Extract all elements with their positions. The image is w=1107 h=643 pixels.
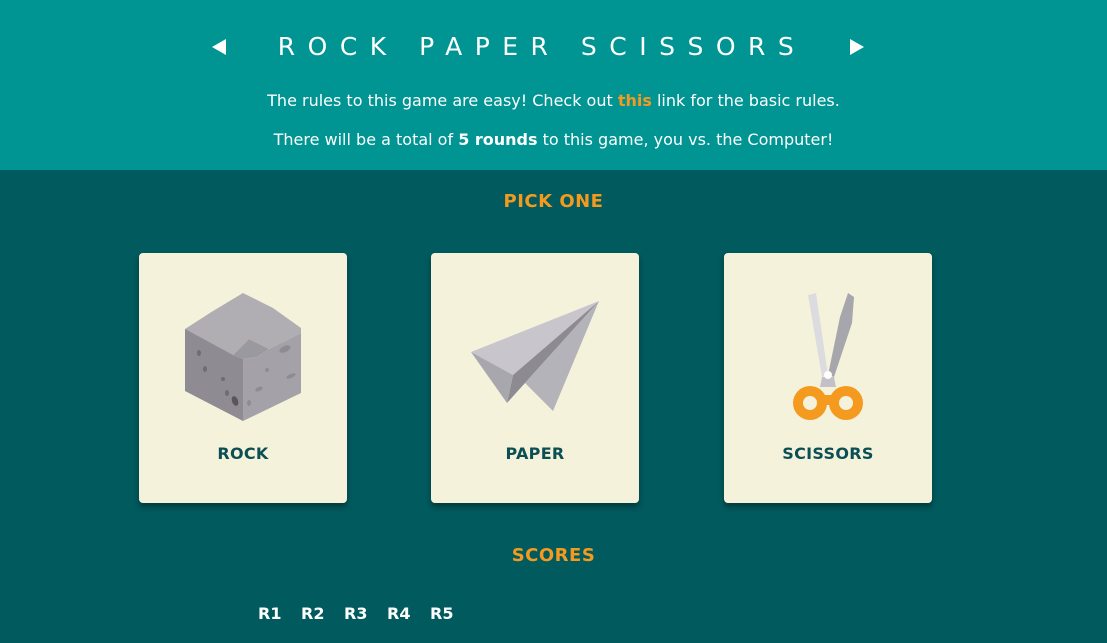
round-label-3: R3 bbox=[344, 604, 368, 623]
rounds-text-before: There will be a total of bbox=[273, 130, 459, 149]
rounds-count: 5 rounds bbox=[458, 130, 538, 149]
round-label-5: R5 bbox=[430, 604, 454, 623]
paper-plane-icon bbox=[471, 301, 599, 411]
pick-one-heading: PICK ONE bbox=[503, 191, 604, 212]
rules-text-before: The rules to this game are easy! Check o… bbox=[267, 91, 618, 110]
round-label-4: R4 bbox=[387, 604, 411, 623]
scissors-choice-button[interactable]: SCISSORS bbox=[724, 253, 932, 503]
rules-text-after: link for the basic rules. bbox=[651, 91, 840, 110]
rock-label: ROCK bbox=[217, 444, 269, 463]
rock-choice-button[interactable]: ROCK bbox=[139, 253, 347, 503]
paper-label: PAPER bbox=[505, 444, 565, 463]
next-arrow-button[interactable] bbox=[842, 30, 872, 64]
rounds-text: There will be a total of 5 rounds to thi… bbox=[0, 129, 1107, 151]
rules-text: The rules to this game are easy! Check o… bbox=[0, 90, 1107, 112]
triangle-left-icon bbox=[212, 39, 226, 55]
title-row: ROCK PAPER SCISSORS bbox=[0, 30, 1107, 64]
rounds-text-after: to this game, you vs. the Computer! bbox=[537, 130, 834, 149]
triangle-right-icon bbox=[850, 39, 864, 55]
round-label-1: R1 bbox=[258, 604, 282, 623]
paper-choice-button[interactable]: PAPER bbox=[431, 253, 639, 503]
page-title: ROCK PAPER SCISSORS bbox=[277, 32, 807, 61]
scissors-label: SCISSORS bbox=[782, 444, 874, 463]
scissors-icon bbox=[793, 293, 863, 420]
rules-link[interactable]: this bbox=[618, 91, 652, 110]
round-label-2: R2 bbox=[301, 604, 325, 623]
rock-icon bbox=[185, 293, 301, 421]
scores-heading: SCORES bbox=[511, 545, 596, 566]
rounds-list: R1 R2 R3 R4 R5 bbox=[258, 603, 473, 625]
prev-arrow-button[interactable] bbox=[204, 30, 234, 64]
header: ROCK PAPER SCISSORS The rules to this ga… bbox=[0, 0, 1107, 170]
